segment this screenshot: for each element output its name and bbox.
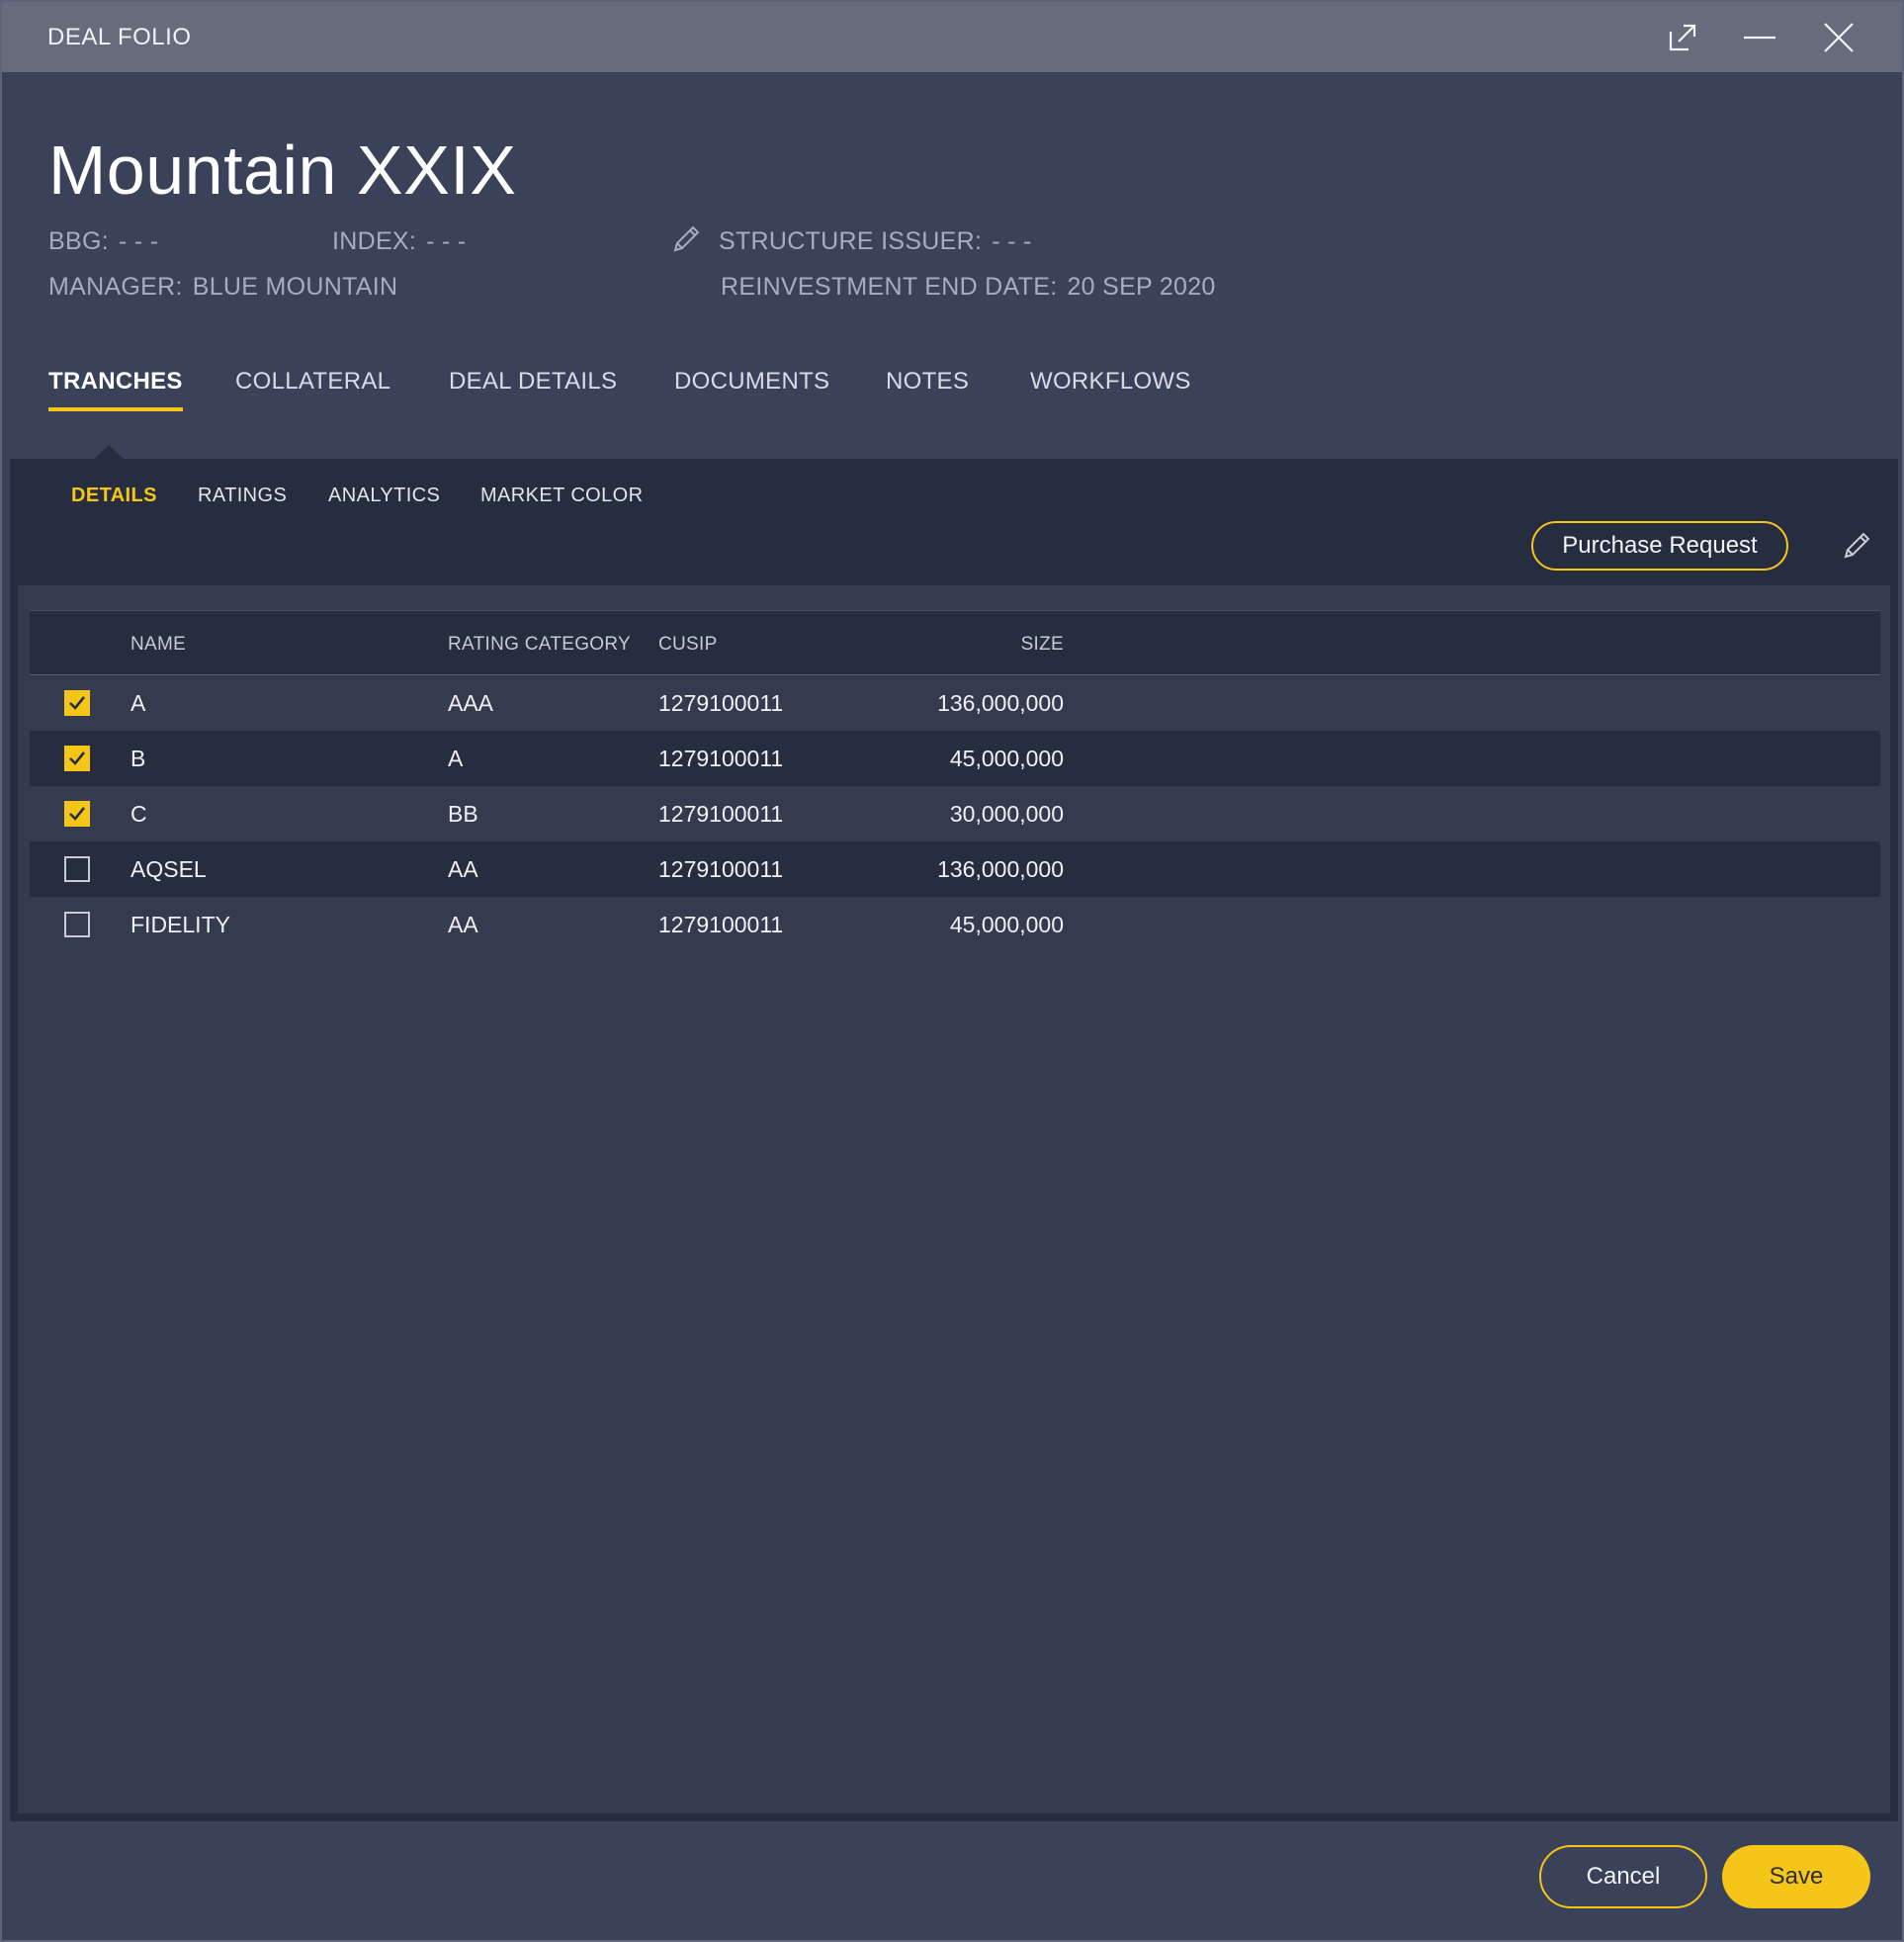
reinvestment-value: 20 SEP 2020 [1067, 273, 1216, 301]
cell-size: 136,000,000 [937, 690, 1064, 716]
subtab-market-color[interactable]: MARKET COLOR [480, 485, 643, 507]
cell-rating: AA [448, 912, 478, 937]
index-field: INDEX: - - - [332, 227, 467, 256]
tab-tranches[interactable]: TRANCHES [48, 368, 183, 411]
cell-cusip: 1279100011 [658, 912, 784, 937]
checkmark-icon [69, 751, 86, 765]
save-button[interactable]: Save [1722, 1845, 1870, 1908]
cell-name: AQSEL [130, 856, 207, 882]
cell-rating: A [448, 746, 464, 771]
checkmark-icon [69, 807, 86, 821]
title-bar[interactable]: DEAL FOLIO [2, 2, 1902, 72]
reinvestment-label: REINVESTMENT END DATE: [721, 273, 1058, 301]
table-row[interactable]: B A 1279100011 45,000,000 [30, 731, 1880, 786]
column-header-size[interactable]: SIZE [995, 634, 1064, 656]
table-row[interactable]: FIDELITY AA 1279100011 45,000,000 [30, 897, 1880, 952]
structure-issuer-value: - - - [992, 227, 1032, 255]
index-value: - - - [426, 227, 467, 255]
cell-cusip: 1279100011 [658, 690, 784, 716]
column-header-rating-category[interactable]: RATING CATEGORY [448, 634, 631, 656]
subtab-details[interactable]: DETAILS [71, 485, 157, 507]
tab-deal-details[interactable]: DEAL DETAILS [449, 368, 617, 396]
cell-cusip: 1279100011 [658, 856, 784, 882]
table-row[interactable]: C BB 1279100011 30,000,000 [30, 786, 1880, 841]
minimize-icon[interactable] [1740, 18, 1779, 57]
row-checkbox[interactable] [64, 912, 90, 937]
reinvestment-end-date-field: REINVESTMENT END DATE: 20 SEP 2020 [721, 273, 1216, 302]
purchase-request-button[interactable]: Purchase Request [1531, 521, 1788, 571]
index-label: INDEX: [332, 227, 417, 255]
column-header-name[interactable]: NAME [130, 634, 186, 656]
row-checkbox[interactable] [64, 746, 90, 771]
cell-size: 45,000,000 [949, 746, 1064, 771]
cell-name: C [130, 801, 147, 827]
table-row[interactable]: A AAA 1279100011 136,000,000 [30, 675, 1880, 731]
tab-collateral[interactable]: COLLATERAL [235, 368, 390, 396]
subtab-ratings[interactable]: RATINGS [198, 485, 287, 507]
tab-notes[interactable]: NOTES [886, 368, 969, 396]
tab-workflows[interactable]: WORKFLOWS [1030, 368, 1191, 396]
manager-label: MANAGER: [48, 273, 183, 301]
popout-icon[interactable] [1663, 18, 1702, 57]
edit-header-pencil-icon[interactable] [670, 221, 704, 255]
bbg-value: - - - [118, 227, 159, 255]
cell-size: 30,000,000 [949, 801, 1064, 827]
cell-name: FIDELITY [130, 912, 230, 937]
table-header: NAME RATING CATEGORY CUSIP SIZE [30, 610, 1880, 675]
table-row[interactable]: AQSEL AA 1279100011 136,000,000 [30, 841, 1880, 897]
cell-rating: AA [448, 856, 478, 882]
cell-name: A [130, 690, 146, 716]
deal-name: Mountain XXIX [48, 132, 517, 209]
column-header-cusip[interactable]: CUSIP [658, 634, 718, 656]
cell-rating: BB [448, 801, 478, 827]
bbg-label: BBG: [48, 227, 109, 255]
row-checkbox[interactable] [64, 690, 90, 716]
cell-cusip: 1279100011 [658, 801, 784, 827]
close-icon[interactable] [1819, 18, 1859, 57]
subtab-analytics[interactable]: ANALYTICS [328, 485, 440, 507]
cancel-button[interactable]: Cancel [1539, 1845, 1707, 1908]
structure-issuer-label: STRUCTURE ISSUER: [719, 227, 983, 255]
manager-field: MANAGER: BLUE MOUNTAIN [48, 273, 397, 302]
structure-issuer-field: STRUCTURE ISSUER: - - - [719, 227, 1032, 256]
cell-cusip: 1279100011 [658, 746, 784, 771]
window-title: DEAL FOLIO [47, 24, 192, 50]
cell-size: 136,000,000 [937, 856, 1064, 882]
row-checkbox[interactable] [64, 801, 90, 827]
manager-value: BLUE MOUNTAIN [192, 273, 398, 301]
cell-name: B [130, 746, 146, 771]
edit-tranches-pencil-icon[interactable] [1841, 528, 1874, 562]
deal-folio-window: DEAL FOLIO Mountain XXIX BBG: - - - INDEX… [0, 0, 1904, 1942]
row-checkbox[interactable] [64, 856, 90, 882]
cell-rating: AAA [448, 690, 494, 716]
cell-size: 45,000,000 [949, 912, 1064, 937]
bbg-field: BBG: - - - [48, 227, 158, 256]
checkmark-icon [69, 696, 86, 710]
tab-documents[interactable]: DOCUMENTS [674, 368, 829, 396]
active-tab-indicator [93, 445, 125, 460]
